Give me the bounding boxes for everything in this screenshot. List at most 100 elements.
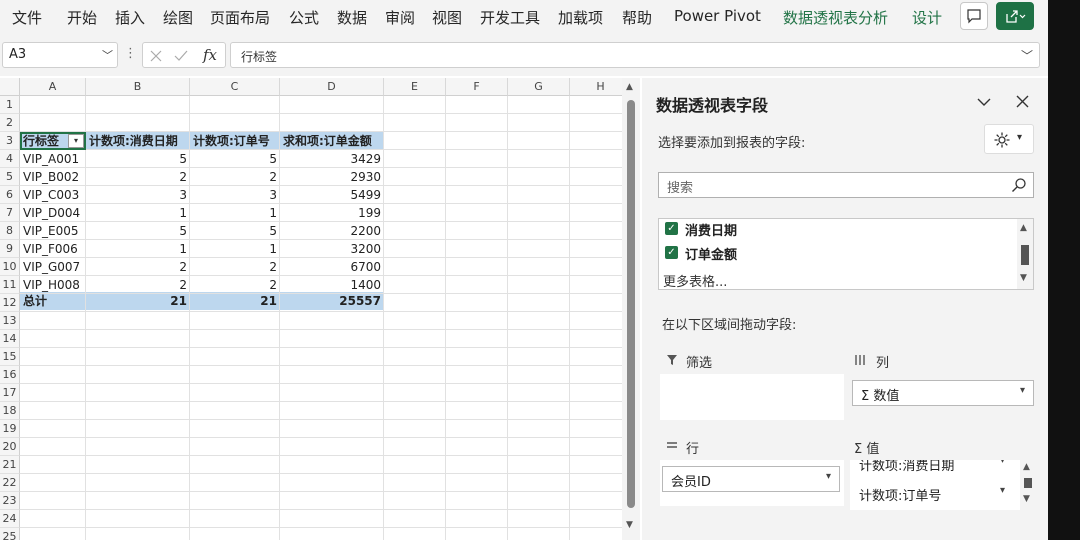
field-consume-date[interactable]: 消费日期: [685, 220, 737, 239]
column-header-d[interactable]: D: [280, 78, 384, 96]
pivot-cell-amount[interactable]: 5499: [280, 186, 384, 204]
values-item-order-count[interactable]: 计数项:订单号 ▾: [850, 480, 1014, 506]
share-button[interactable]: [996, 2, 1034, 30]
pivot-cell-id[interactable]: VIP_B002: [20, 168, 86, 186]
pivot-cell-id[interactable]: VIP_A001: [20, 150, 86, 168]
chevron-down-icon[interactable]: ﹀: [102, 47, 113, 63]
column-header-c[interactable]: C: [190, 78, 280, 96]
checkbox-consume-date[interactable]: ✓: [665, 222, 678, 235]
row-header[interactable]: 19: [0, 420, 20, 438]
row-header[interactable]: 21: [0, 456, 20, 474]
scroll-thumb[interactable]: [1024, 478, 1032, 488]
column-header-h[interactable]: H: [570, 78, 622, 96]
pivot-total-amount[interactable]: 25557: [280, 292, 384, 310]
name-box[interactable]: A3 ﹀: [2, 42, 118, 68]
row-header[interactable]: 20: [0, 438, 20, 456]
insert-function-button[interactable]: fx: [203, 46, 217, 64]
row-header[interactable]: 9: [0, 240, 20, 258]
scroll-up-icon[interactable]: ▲: [626, 82, 633, 92]
pivot-cell-amount[interactable]: 6700: [280, 258, 384, 276]
field-search-input[interactable]: 搜索: [658, 172, 1034, 198]
column-header-a[interactable]: A: [20, 78, 86, 96]
row-header[interactable]: 14: [0, 330, 20, 348]
pivot-cell-id[interactable]: VIP_F006: [20, 240, 86, 258]
columns-item-values[interactable]: Σ 数值 ▾: [852, 380, 1034, 406]
close-icon[interactable]: [1016, 95, 1029, 108]
formula-input[interactable]: 行标签 ﹀: [230, 42, 1040, 68]
row-header[interactable]: 8: [0, 222, 20, 240]
rows-item-member-id[interactable]: 会员ID ▾: [662, 466, 840, 492]
field-order-amount[interactable]: 订单金额: [685, 244, 737, 263]
scroll-up-icon[interactable]: ▲: [1023, 462, 1030, 472]
worksheet-grid[interactable]: A B C D E F G H 1 2 3 4 5 6 7 8 9 10 11 12 13 14 15 16 1…: [0, 78, 622, 540]
row-header[interactable]: 5: [0, 168, 20, 186]
pivot-header-amount-sum[interactable]: 求和项:订单金额: [280, 132, 384, 150]
pivot-cell-date-count[interactable]: 5: [86, 222, 190, 240]
pivot-cell-date-count[interactable]: 5: [86, 150, 190, 168]
tab-page-layout[interactable]: 页面布局: [210, 7, 270, 28]
scroll-thumb[interactable]: [1021, 245, 1029, 265]
search-icon[interactable]: [1011, 177, 1027, 193]
chevron-down-icon[interactable]: ▾: [1000, 460, 1005, 466]
row-header[interactable]: 4: [0, 150, 20, 168]
row-header[interactable]: 15: [0, 348, 20, 366]
vertical-scrollbar[interactable]: ▲ ▼: [622, 78, 640, 540]
pivot-cell-date-count[interactable]: 1: [86, 204, 190, 222]
tools-button[interactable]: ▾: [984, 124, 1034, 154]
values-drop-area[interactable]: 计数项:消费日期 ▾ 计数项:订单号 ▾ ▲ ▼: [850, 460, 1036, 510]
tab-data[interactable]: 数据: [337, 7, 367, 28]
pivot-cell-amount[interactable]: 199: [280, 204, 384, 222]
pivot-cell-date-count[interactable]: 3: [86, 186, 190, 204]
row-header[interactable]: 22: [0, 474, 20, 492]
tab-pivot-analyze[interactable]: 数据透视表分析: [783, 7, 888, 28]
chevron-down-icon[interactable]: [976, 96, 992, 108]
pivot-cell-id[interactable]: VIP_C003: [20, 186, 86, 204]
pivot-total-date-count[interactable]: 21: [86, 292, 190, 310]
pivot-header-date-count[interactable]: 计数项:消费日期: [86, 132, 190, 150]
scroll-down-icon[interactable]: ▼: [626, 520, 633, 530]
tab-design[interactable]: 设计: [912, 7, 942, 28]
row-header[interactable]: 23: [0, 492, 20, 510]
row-header[interactable]: 16: [0, 366, 20, 384]
row-header[interactable]: 18: [0, 402, 20, 420]
pivot-cell-order-count[interactable]: 2: [190, 258, 280, 276]
pivot-cell-amount[interactable]: 3200: [280, 240, 384, 258]
chevron-down-icon[interactable]: ▾: [1020, 385, 1025, 396]
tab-developer[interactable]: 开发工具: [480, 7, 540, 28]
checkbox-order-amount[interactable]: ✓: [665, 246, 678, 259]
row-header[interactable]: 2: [0, 114, 20, 132]
filter-drop-area[interactable]: [660, 374, 844, 420]
more-options-icon[interactable]: ⋮: [124, 46, 137, 61]
pivot-cell-amount[interactable]: 3429: [280, 150, 384, 168]
pivot-cell-order-count[interactable]: 1: [190, 204, 280, 222]
column-header-g[interactable]: G: [508, 78, 570, 96]
tab-addins[interactable]: 加载项: [558, 7, 603, 28]
more-tables-link[interactable]: 更多表格...: [663, 271, 727, 289]
column-header-e[interactable]: E: [384, 78, 446, 96]
tab-power-pivot[interactable]: Power Pivot: [674, 7, 761, 25]
pivot-total-label[interactable]: 总计: [20, 292, 86, 310]
pivot-cell-amount[interactable]: 2200: [280, 222, 384, 240]
row-header[interactable]: 13: [0, 312, 20, 330]
row-header[interactable]: 24: [0, 510, 20, 528]
scroll-thumb[interactable]: [627, 100, 635, 508]
column-header-b[interactable]: B: [86, 78, 190, 96]
scroll-down-icon[interactable]: ▼: [1023, 494, 1030, 504]
pivot-cell-date-count[interactable]: 2: [86, 168, 190, 186]
pivot-cell-date-count[interactable]: 1: [86, 240, 190, 258]
row-header[interactable]: 11: [0, 276, 20, 294]
pivot-cell-order-count[interactable]: 3: [190, 186, 280, 204]
pivot-cell-order-count[interactable]: 2: [190, 168, 280, 186]
scroll-down-icon[interactable]: ▼: [1020, 273, 1027, 283]
tab-review[interactable]: 审阅: [385, 7, 415, 28]
row-header[interactable]: 17: [0, 384, 20, 402]
pivot-cell-date-count[interactable]: 2: [86, 258, 190, 276]
pivot-cell-order-count[interactable]: 5: [190, 150, 280, 168]
enter-icon[interactable]: [173, 49, 189, 63]
chevron-down-icon[interactable]: ▾: [826, 471, 831, 482]
tab-help[interactable]: 帮助: [622, 7, 652, 28]
row-header[interactable]: 3: [0, 132, 20, 150]
tab-draw[interactable]: 绘图: [163, 7, 193, 28]
expand-formula-icon[interactable]: ﹀: [1021, 47, 1033, 64]
pivot-cell-order-count[interactable]: 5: [190, 222, 280, 240]
